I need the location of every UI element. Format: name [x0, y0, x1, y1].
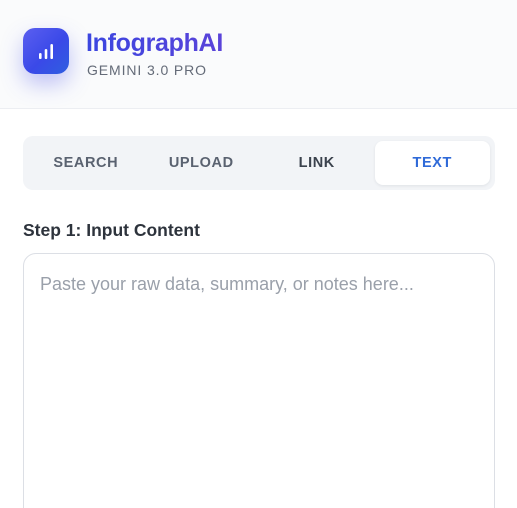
- input-mode-tabs: SEARCH UPLOAD LINK TEXT: [23, 136, 495, 190]
- tab-link[interactable]: LINK: [259, 141, 375, 185]
- step-label: Step 1: Input Content: [23, 220, 200, 240]
- app-root: InfographAI GEMINI 3.0 PRO SEARCH UPLOAD…: [0, 0, 517, 508]
- tab-text[interactable]: TEXT: [374, 141, 490, 185]
- app-header: InfographAI GEMINI 3.0 PRO: [0, 0, 517, 109]
- tab-search[interactable]: SEARCH: [28, 141, 144, 185]
- bar-chart-icon: [39, 44, 53, 59]
- tab-upload[interactable]: UPLOAD: [144, 141, 260, 185]
- app-title: InfographAI: [86, 29, 223, 57]
- content-textarea[interactable]: [23, 253, 495, 508]
- app-logo: [23, 28, 69, 74]
- model-label: GEMINI 3.0 PRO: [87, 62, 207, 78]
